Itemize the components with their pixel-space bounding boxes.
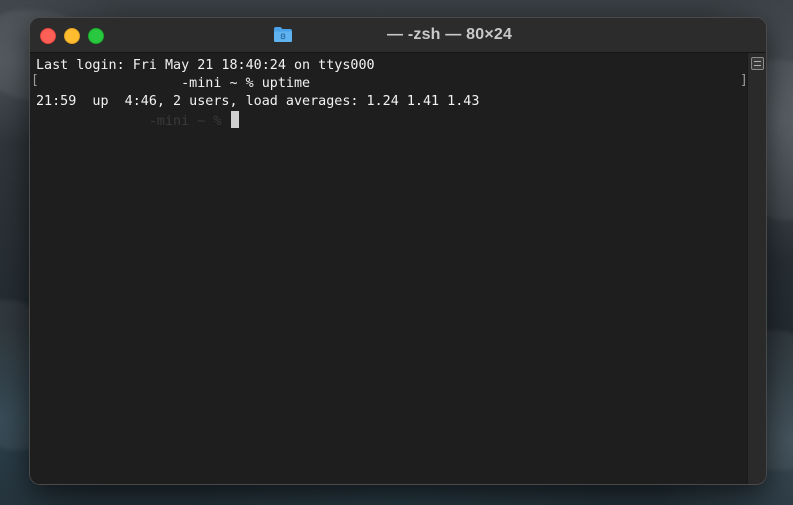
maximize-button[interactable] xyxy=(88,28,104,44)
window-titlebar[interactable]: — -zsh — 80×24 xyxy=(30,18,766,53)
close-button[interactable] xyxy=(40,28,56,44)
terminal-content[interactable]: Last login: Fri May 21 18:40:24 on ttys0… xyxy=(30,53,748,484)
prompt-text: -mini ~ % xyxy=(36,114,230,129)
terminal-line-login: Last login: Fri May 21 18:40:24 on ttys0… xyxy=(36,58,375,73)
terminal-line-output: 21:59 up 4:46, 2 users, load averages: 1… xyxy=(36,94,480,109)
terminal-window[interactable]: — -zsh — 80×24 Last login: Fri May 21 18… xyxy=(29,17,767,485)
scrollbar[interactable] xyxy=(747,53,766,484)
terminal-line-command: -mini ~ % uptime xyxy=(36,76,311,91)
text-cursor xyxy=(231,111,240,128)
terminal-prompt-line[interactable]: -mini ~ % xyxy=(36,111,240,131)
minimize-button[interactable] xyxy=(64,28,80,44)
folder-icon xyxy=(274,27,292,42)
list-icon[interactable] xyxy=(751,57,764,70)
window-title: — -zsh — 80×24 xyxy=(387,26,513,43)
